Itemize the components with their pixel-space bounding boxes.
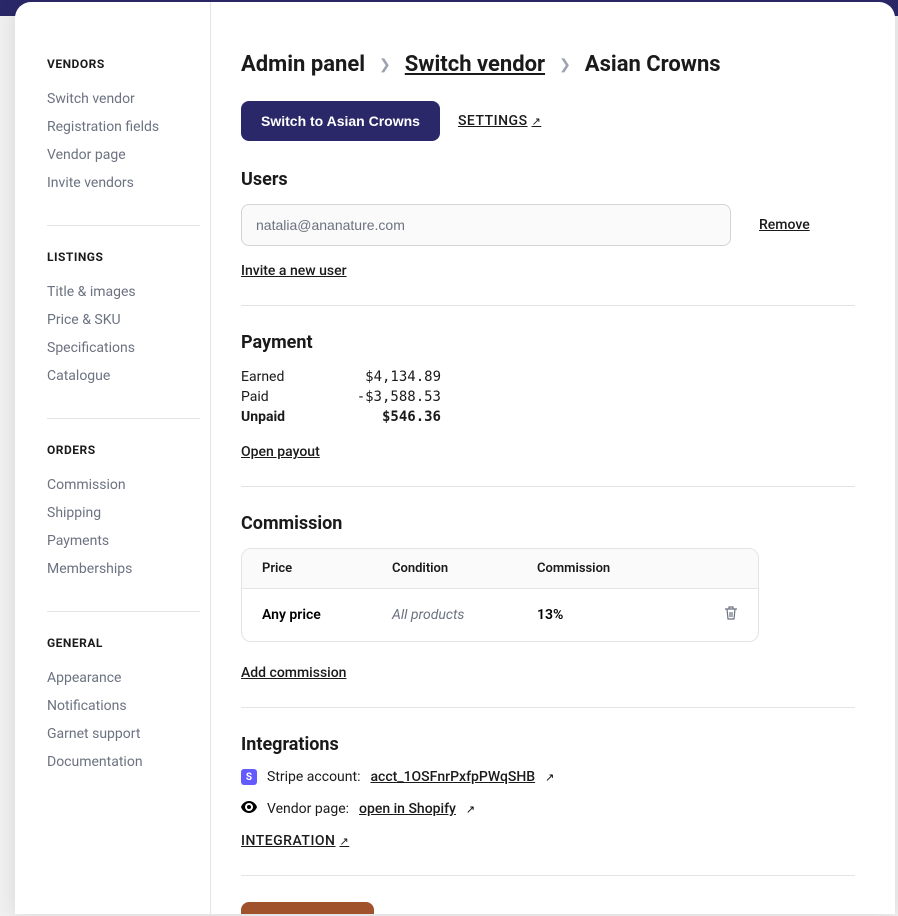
sidebar-item-switch-vendor[interactable]: Switch vendor — [47, 85, 210, 113]
payment-earned-value: $4,134.89 — [365, 369, 441, 385]
sidebar-item-registration-fields[interactable]: Registration fields — [47, 113, 210, 141]
sidebar-item-shipping[interactable]: Shipping — [47, 499, 210, 527]
col-price-header: Price — [262, 561, 392, 576]
payment-heading: Payment — [241, 332, 855, 353]
breadcrumb-root: Admin panel — [241, 52, 365, 77]
sidebar-heading-vendors: VENDORS — [47, 57, 210, 71]
col-commission-header: Commission — [537, 561, 708, 576]
chevron-right-icon: ❯ — [379, 57, 391, 73]
sidebar-item-documentation[interactable]: Documentation — [47, 748, 210, 776]
section-divider — [241, 486, 855, 487]
sidebar-item-notifications[interactable]: Notifications — [47, 692, 210, 720]
row-commission: 13% — [537, 607, 708, 623]
sidebar-item-garnet-support[interactable]: Garnet support — [47, 720, 210, 748]
integrations-heading: Integrations — [241, 734, 855, 755]
stripe-icon: S — [241, 769, 257, 785]
payment-paid-label: Paid — [241, 389, 357, 405]
breadcrumb-switch-vendor[interactable]: Switch vendor — [405, 52, 545, 77]
commission-heading: Commission — [241, 513, 855, 534]
settings-link[interactable]: SETTINGS ↗ — [458, 113, 541, 129]
row-condition: All products — [392, 607, 537, 623]
integration-link[interactable]: INTEGRATION ↗ — [241, 833, 349, 849]
sidebar-item-payments[interactable]: Payments — [47, 527, 210, 555]
stripe-account-link[interactable]: acct_1OSFnrPxfpPWqSHB — [370, 769, 535, 785]
invite-user-link[interactable]: Invite a new user — [241, 263, 347, 279]
external-link-icon: ↗ — [340, 835, 350, 848]
chevron-right-icon: ❯ — [559, 57, 571, 73]
integration-link-label: INTEGRATION — [241, 833, 336, 849]
users-heading: Users — [241, 169, 855, 190]
sidebar-divider — [47, 418, 200, 419]
add-commission-link[interactable]: Add commission — [241, 665, 346, 681]
settings-link-label: SETTINGS — [458, 113, 528, 129]
switch-vendor-button[interactable]: Switch to Asian Crowns — [241, 101, 440, 141]
stripe-label: Stripe account: — [267, 769, 360, 785]
sidebar-heading-listings: LISTINGS — [47, 250, 210, 264]
remove-user-link[interactable]: Remove — [759, 217, 810, 233]
external-link-icon: ↗ — [545, 771, 554, 784]
sidebar-item-specifications[interactable]: Specifications — [47, 334, 210, 362]
sidebar-item-appearance[interactable]: Appearance — [47, 664, 210, 692]
payment-earned-label: Earned — [241, 369, 365, 385]
user-email-input[interactable] — [241, 204, 731, 246]
sidebar-item-memberships[interactable]: Memberships — [47, 555, 210, 583]
vendor-page-link[interactable]: open in Shopify — [359, 801, 456, 817]
external-link-icon: ↗ — [466, 803, 475, 816]
sidebar-divider — [47, 611, 200, 612]
admin-panel: VENDORS Switch vendor Registration field… — [15, 2, 895, 914]
sidebar-divider — [47, 225, 200, 226]
sidebar-item-invite-vendors[interactable]: Invite vendors — [47, 169, 210, 197]
breadcrumb-leaf: Asian Crowns — [585, 52, 721, 77]
table-row: Any price All products 13% — [242, 589, 758, 641]
vendor-page-link-text: open in Shopify — [359, 801, 456, 817]
vendor-page-label: Vendor page: — [267, 801, 349, 817]
section-divider — [241, 305, 855, 306]
breadcrumb: Admin panel ❯ Switch vendor ❯ Asian Crow… — [241, 52, 855, 77]
sidebar-item-catalogue[interactable]: Catalogue — [47, 362, 210, 390]
trash-icon[interactable] — [724, 609, 738, 625]
sidebar-heading-orders: ORDERS — [47, 443, 210, 457]
main-content: Admin panel ❯ Switch vendor ❯ Asian Crow… — [211, 2, 895, 914]
payment-unpaid-value: $546.36 — [382, 409, 441, 425]
sidebar-item-price-sku[interactable]: Price & SKU — [47, 306, 210, 334]
delete-vendor-button[interactable]: Delete vendor — [241, 902, 374, 914]
external-link-icon: ↗ — [532, 115, 542, 128]
col-condition-header: Condition — [392, 561, 537, 576]
sidebar-item-vendor-page[interactable]: Vendor page — [47, 141, 210, 169]
stripe-account-id: acct_1OSFnrPxfpPWqSHB — [370, 769, 535, 785]
payment-paid-value: -$3,588.53 — [357, 389, 441, 405]
sidebar-heading-general: GENERAL — [47, 636, 210, 650]
section-divider — [241, 875, 855, 876]
eye-icon — [241, 801, 257, 817]
sidebar-item-commission[interactable]: Commission — [47, 471, 210, 499]
row-price: Any price — [262, 607, 392, 623]
payment-unpaid-label: Unpaid — [241, 409, 382, 425]
open-payout-link[interactable]: Open payout — [241, 444, 320, 460]
sidebar: VENDORS Switch vendor Registration field… — [15, 2, 211, 914]
commission-table: Price Condition Commission Any price All… — [241, 548, 759, 642]
sidebar-item-title-images[interactable]: Title & images — [47, 278, 210, 306]
section-divider — [241, 707, 855, 708]
